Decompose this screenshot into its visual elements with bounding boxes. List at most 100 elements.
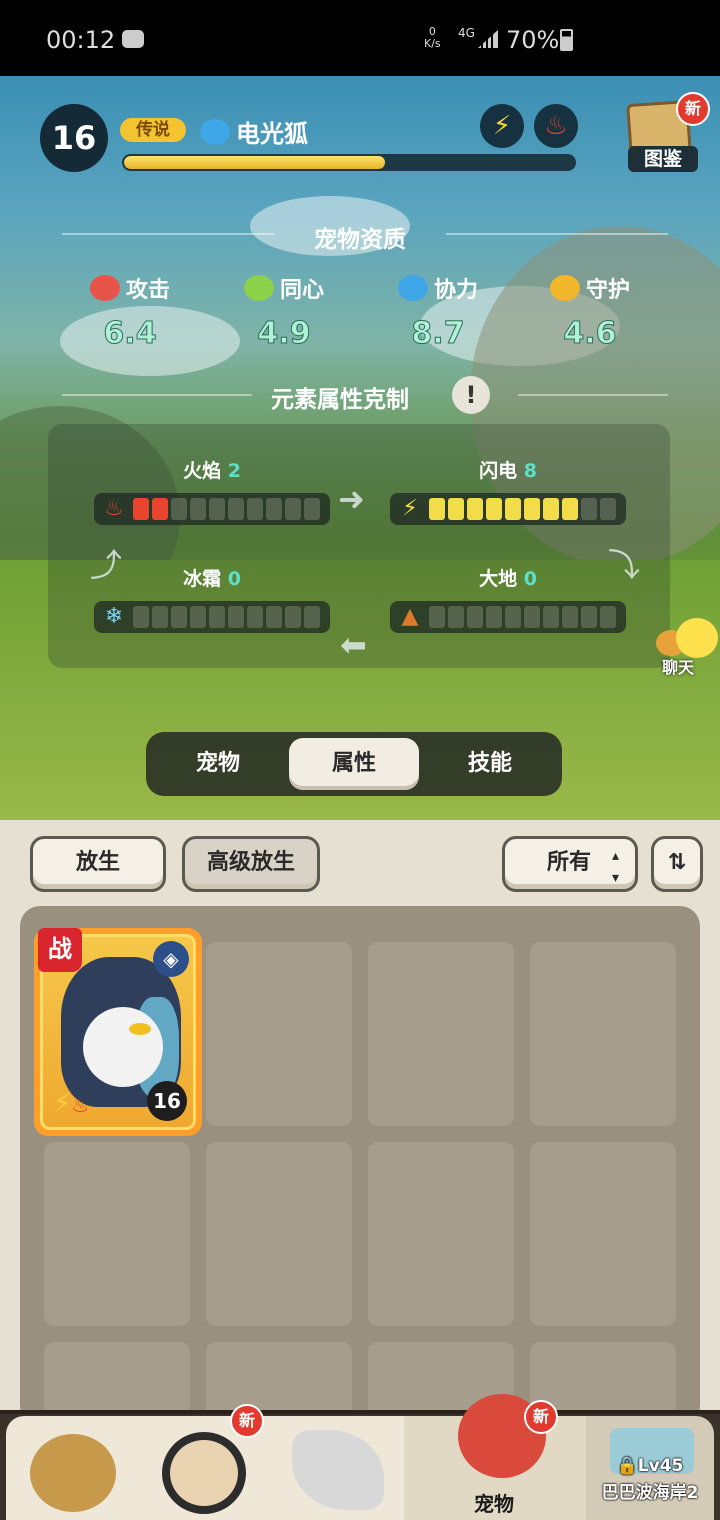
battery-icon <box>560 29 573 51</box>
fire-icon: ♨ <box>104 496 124 521</box>
nav-equipment[interactable] <box>274 1416 404 1520</box>
element-level-segment <box>228 498 244 520</box>
sort-icon[interactable]: ⇅ <box>651 836 703 892</box>
aptitude-value: 8.7 <box>411 316 465 352</box>
element-level-segment <box>304 498 320 520</box>
aptitude-empathy: 同心 4.9 <box>214 272 354 352</box>
character-tribe-icon <box>30 1434 116 1512</box>
nav-pet[interactable]: 宠物 <box>404 1394 586 1520</box>
element-bar: ⚡ <box>390 493 626 525</box>
equipment-sword-icon <box>292 1430 384 1510</box>
aptitude-value: 6.4 <box>103 316 157 352</box>
element-level-segment <box>247 498 263 520</box>
chat-face-icon <box>676 618 718 658</box>
element-level-segment <box>171 606 187 628</box>
aptitude-value: 4.6 <box>563 316 617 352</box>
earth-icon: ▲ <box>401 604 419 629</box>
element-level-segment <box>190 498 206 520</box>
nav-locked-area[interactable]: 🔒Lv45 巴巴波海岸2 <box>586 1416 714 1520</box>
element-level-segment <box>448 606 464 628</box>
arrow-left-icon: ⬅ <box>340 626 367 664</box>
clock: 00:12 <box>46 26 116 54</box>
lightning-icon[interactable]: ⚡ <box>480 104 524 148</box>
element-level-segment <box>304 606 320 628</box>
pet-slot[interactable] <box>530 1142 676 1326</box>
pet-slot[interactable] <box>206 1142 352 1326</box>
element-level-segment <box>524 606 540 628</box>
locked-area-name: 巴巴波海岸2 <box>601 1483 699 1503</box>
aptitude-attack: 攻击 6.4 <box>60 272 200 352</box>
aptitude-guard: 守护 4.6 <box>520 272 660 352</box>
status-bar: 00:12 0 K/s 4G 70% <box>0 0 720 76</box>
tab-skills[interactable]: 技能 <box>425 738 555 790</box>
fire-icon[interactable]: ♨ <box>534 104 578 148</box>
element-level-segment <box>171 498 187 520</box>
new-badge: 新 <box>676 92 710 126</box>
battle-tag: 战 <box>38 928 82 972</box>
cooperation-icon: ◈ <box>153 941 189 977</box>
signal-bars-icon <box>478 30 498 48</box>
element-level-segment <box>543 606 559 628</box>
element-level-segment <box>266 498 282 520</box>
element-level-segment <box>152 498 168 520</box>
advanced-release-button[interactable]: 高级放生 <box>182 836 320 892</box>
nav-tribe[interactable] <box>6 1416 142 1520</box>
new-badge: 新 <box>524 1400 558 1434</box>
net-speed: 0 K/s <box>424 25 441 50</box>
lightning-icon: ⚡ <box>53 1089 72 1119</box>
arrow-down-icon: ⤵ <box>608 546 641 584</box>
element-level-segment <box>467 498 483 520</box>
element-level-segment <box>266 606 282 628</box>
element-level-segment <box>524 498 540 520</box>
arrow-right-icon: ➜ <box>338 480 365 518</box>
xp-bar <box>122 154 576 171</box>
pet-card-selected[interactable]: ◈ ⚡♨ 16 战 <box>34 928 202 1136</box>
tab-attributes[interactable]: 属性 <box>289 738 419 790</box>
aptitude-value: 4.9 <box>257 316 311 352</box>
tab-pet[interactable]: 宠物 <box>153 738 283 790</box>
snowflake-icon: ❄ <box>104 604 124 629</box>
element-earth: 大地 0 ▲ <box>390 564 626 633</box>
info-icon[interactable]: ! <box>452 376 490 414</box>
element-bar: ♨ <box>94 493 330 525</box>
aptitude-title: 宠物资质 <box>314 227 406 253</box>
cooperation-icon <box>397 275 428 301</box>
handbook-button[interactable]: 图鉴 <box>628 146 698 172</box>
pet-slot[interactable] <box>44 1142 190 1326</box>
element-level-segment <box>543 498 559 520</box>
chat-button[interactable]: 聊天 <box>656 618 720 677</box>
pet-card-level: 16 <box>147 1081 187 1121</box>
lightning-icon: ⚡ <box>402 496 418 521</box>
arrow-up-icon: ⤴ <box>90 546 123 584</box>
chevron-updown-icon: ▴ ▾ <box>611 848 619 886</box>
rarity-badge: 传说 <box>120 118 186 142</box>
element-level-segment <box>133 606 149 628</box>
element-level-segment <box>429 606 445 628</box>
filter-dropdown[interactable]: 所有 ▴ ▾ <box>502 836 638 892</box>
element-level-segment <box>505 606 521 628</box>
xp-bar-fill <box>124 156 385 169</box>
element-bar: ❄ <box>94 601 330 633</box>
heart-icon <box>243 275 274 301</box>
element-level-segment <box>486 498 502 520</box>
pet-slot[interactable] <box>530 942 676 1126</box>
release-button[interactable]: 放生 <box>30 836 166 892</box>
element-level-segment <box>285 606 301 628</box>
pet-level-badge: 16 <box>40 104 108 172</box>
element-level-segment <box>486 606 502 628</box>
element-lightning: 闪电 8 ⚡ <box>390 456 626 525</box>
pet-slot[interactable] <box>368 1142 514 1326</box>
pet-slot[interactable] <box>368 942 514 1126</box>
pet-name-row: 电光狐 <box>200 114 308 149</box>
pet-slot[interactable] <box>206 942 352 1126</box>
fire-icon: ♨ <box>71 1093 90 1117</box>
element-level-segment <box>429 498 445 520</box>
element-title: 元素属性克制 <box>271 387 409 413</box>
character-hero-icon <box>162 1432 246 1514</box>
cooperation-icon <box>200 118 230 145</box>
element-level-segment <box>562 606 578 628</box>
element-level-segment <box>562 498 578 520</box>
attack-fist-icon <box>89 275 120 301</box>
element-level-segment <box>600 606 616 628</box>
signal-type: 4G <box>458 26 475 40</box>
